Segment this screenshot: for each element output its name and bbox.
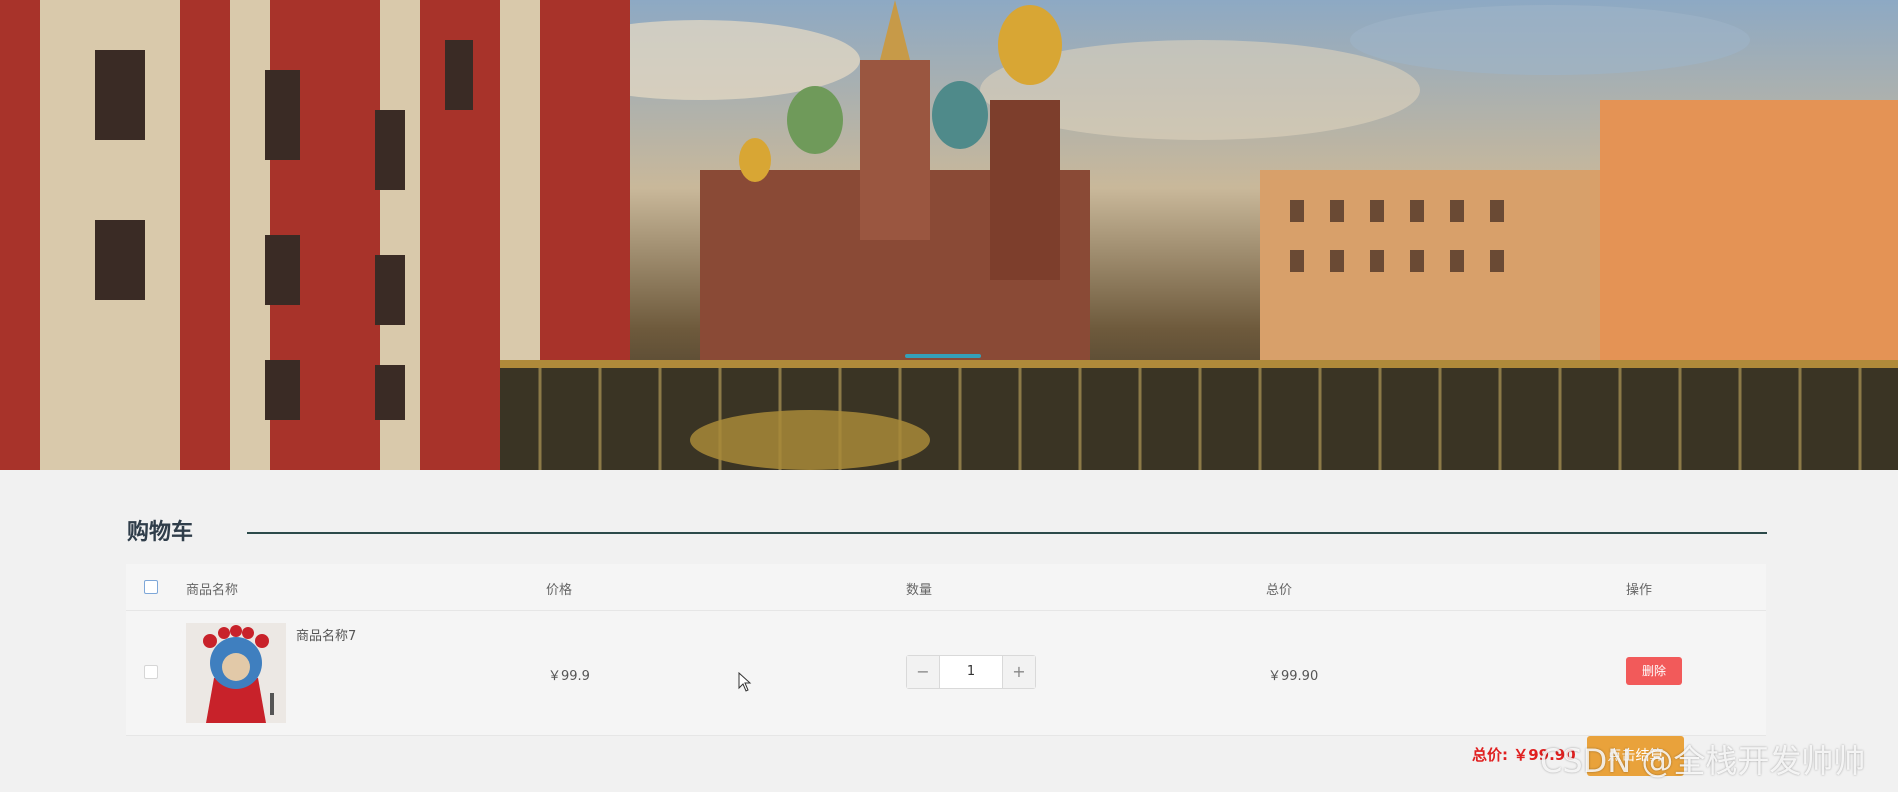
product-name[interactable]: 商品名称7	[296, 625, 356, 644]
header-price: 价格	[546, 583, 573, 598]
carousel-indicator[interactable]	[905, 354, 981, 358]
mouse-cursor-icon	[738, 671, 752, 696]
quantity-decrease-button[interactable]: −	[907, 656, 940, 688]
page-title: 购物车	[127, 520, 194, 545]
row-total: ￥99.90	[1268, 669, 1319, 684]
table-row: 商品名称7 ￥99.9 − 1 + ￥99.90 删除	[126, 611, 1766, 736]
banner-image	[0, 0, 1898, 470]
quantity-increase-button[interactable]: +	[1002, 656, 1035, 688]
select-all-checkbox[interactable]	[144, 580, 158, 594]
quantity-input[interactable]: 1	[940, 656, 1002, 688]
product-price: ￥99.9	[548, 669, 590, 684]
delete-button[interactable]: 删除	[1626, 657, 1682, 685]
header-action: 操作	[1626, 583, 1653, 598]
header-name: 商品名称	[186, 583, 239, 598]
header-total: 总价	[1266, 583, 1293, 598]
banner-illustration	[0, 0, 1898, 470]
table-header: 商品名称 价格 数量 总价 操作	[126, 564, 1766, 611]
product-image[interactable]	[186, 623, 286, 723]
row-checkbox[interactable]	[144, 665, 158, 679]
cart-table: 商品名称 价格 数量 总价 操作 商品名称7 ￥99.9 − 1 + ￥99.9…	[126, 564, 1766, 736]
watermark-text: CSDN @全栈开发帅帅	[1540, 742, 1866, 780]
opera-mask-illustration	[186, 623, 286, 723]
title-divider	[247, 532, 1767, 534]
header-quantity: 数量	[906, 583, 933, 598]
quantity-stepper: − 1 +	[906, 655, 1036, 689]
